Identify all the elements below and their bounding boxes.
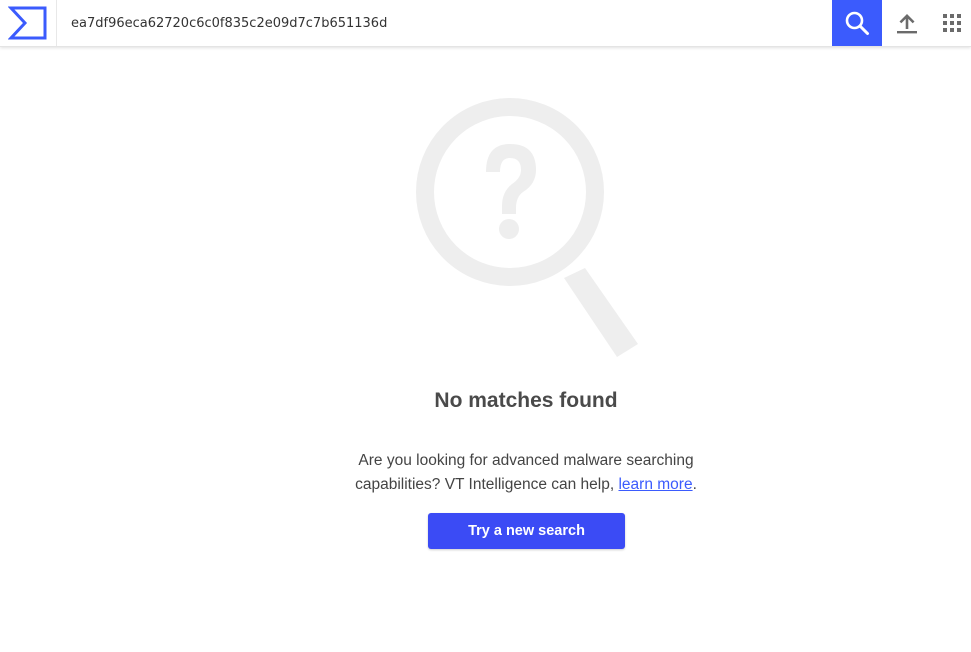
empty-state-title: No matches found xyxy=(434,389,618,412)
top-bar xyxy=(0,0,971,47)
apps-menu-button[interactable] xyxy=(932,0,971,46)
magnifier-question-icon xyxy=(416,98,638,357)
description-suffix: . xyxy=(692,476,697,493)
logo[interactable] xyxy=(0,0,57,46)
virustotal-sigma-logo-icon[interactable] xyxy=(8,5,48,41)
upload-button[interactable] xyxy=(882,0,932,46)
upload-icon xyxy=(897,14,917,34)
learn-more-link[interactable]: learn more xyxy=(618,476,692,493)
empty-state-description: Are you looking for advanced malware sea… xyxy=(340,449,712,497)
try-new-search-button[interactable]: Try a new search xyxy=(428,513,625,549)
no-results-illustration xyxy=(410,92,642,362)
apps-grid-icon xyxy=(942,14,961,32)
search-input[interactable] xyxy=(57,0,832,46)
search-button[interactable] xyxy=(832,0,882,46)
search-icon xyxy=(845,11,869,35)
